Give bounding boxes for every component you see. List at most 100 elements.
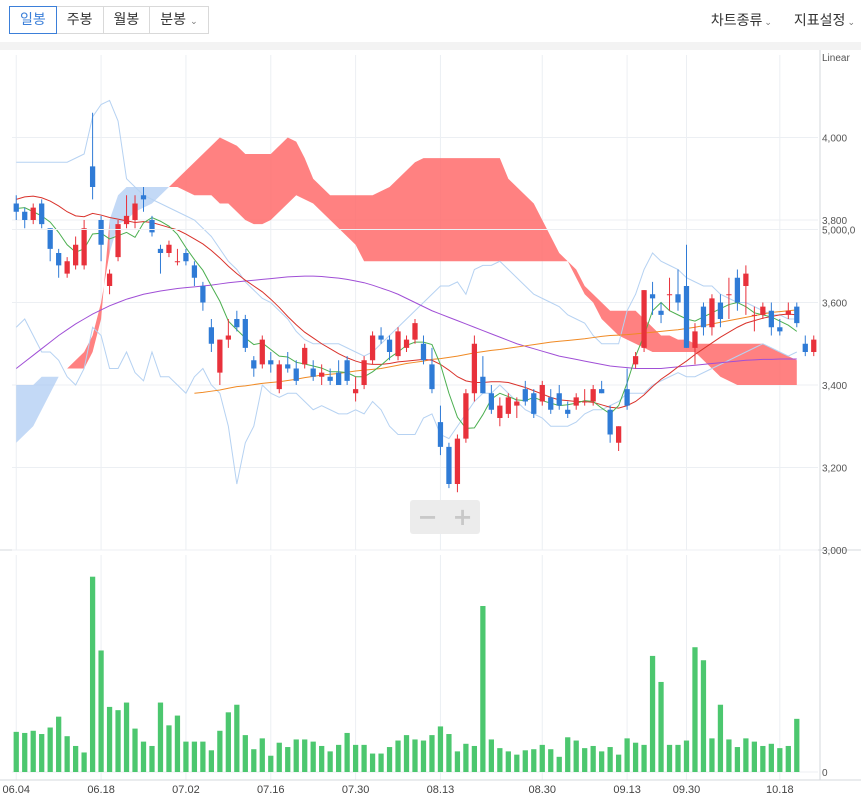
price-pane: 3,0003,2003,4003,6003,8004,000Linear (0, 50, 861, 780)
candle-body (565, 409, 571, 414)
volume-bar (302, 739, 308, 772)
candle (582, 389, 588, 406)
candle-body (446, 446, 452, 484)
candle-body (13, 203, 19, 212)
candle (268, 352, 274, 373)
volume-bar (123, 702, 130, 772)
candle (658, 302, 664, 324)
candle (802, 335, 808, 357)
candle-body (471, 343, 478, 394)
candle-body (268, 360, 274, 365)
candle-body (607, 409, 613, 435)
volume-bar (268, 755, 274, 772)
volume-bar (454, 751, 461, 772)
candle-body (497, 405, 503, 418)
volume-bar (251, 749, 257, 772)
volume-bar (13, 731, 19, 772)
candle (454, 434, 461, 493)
volume-bar (81, 752, 87, 772)
price-tick-label: 3,000 (822, 546, 847, 557)
volume-bar (336, 744, 342, 772)
candle (191, 261, 198, 286)
candle-body (336, 372, 342, 385)
volume-bar (352, 744, 359, 772)
candle-body (302, 347, 308, 365)
volume-bar (106, 706, 113, 772)
volume-bar (140, 741, 147, 772)
candle (692, 323, 698, 365)
x-tick-label: 10.18 (766, 784, 794, 796)
volume-bar (785, 745, 791, 772)
candle-body (429, 364, 435, 390)
candle (30, 203, 36, 225)
candle-body (81, 228, 87, 266)
candle-body (242, 319, 248, 348)
candle (768, 302, 774, 336)
candle (166, 240, 172, 258)
x-tick-label: 08.30 (528, 784, 556, 796)
volume-bar (276, 742, 282, 772)
zoom-in-button[interactable]: + (452, 505, 472, 529)
candle-body (599, 389, 605, 394)
volume-bar (429, 735, 435, 772)
volume-bar (726, 739, 732, 772)
candle-body (760, 306, 766, 315)
volume-bar (64, 736, 70, 772)
candle-body (683, 286, 690, 348)
candle-body (123, 215, 130, 225)
candle (39, 199, 45, 229)
candle-body (751, 314, 757, 316)
x-tick-label: 07.30 (342, 784, 370, 796)
volume-bar (514, 754, 520, 772)
x-tick-label: 09.30 (673, 784, 701, 796)
volume-bar (183, 741, 189, 772)
volume-bar (768, 743, 774, 772)
zoom-out-button[interactable]: − (417, 505, 437, 529)
candle-body (191, 265, 198, 278)
volume-bar (590, 745, 596, 772)
candle (666, 277, 673, 311)
stock-chart[interactable]: 3,0003,2003,4003,6003,8004,000Linear 05,… (0, 0, 861, 800)
candle-body (369, 335, 376, 361)
candle-body (378, 335, 384, 340)
candle (276, 360, 282, 394)
zoom-control: − + (410, 500, 480, 534)
volume-bar (234, 704, 240, 772)
volume-bar (369, 753, 376, 772)
volume-bar (760, 745, 766, 772)
volume-bar (641, 744, 647, 772)
candle-body (539, 385, 545, 402)
volume-bar (531, 749, 537, 772)
candle (726, 277, 732, 319)
volume-bar (310, 741, 316, 772)
candle (344, 356, 350, 385)
x-tick-label: 07.02 (172, 784, 200, 796)
candle-body (30, 207, 36, 220)
candle (700, 302, 707, 336)
candle (115, 220, 121, 262)
volume-bar (293, 739, 299, 772)
volume-bar (751, 741, 757, 772)
volume-bar (794, 718, 800, 772)
volume-bar (497, 748, 503, 772)
candle (751, 306, 757, 332)
volume-bar (157, 702, 164, 772)
candle (615, 426, 622, 451)
candle (488, 385, 494, 414)
candle-body (437, 422, 444, 447)
candle (412, 319, 418, 344)
candle (463, 389, 469, 443)
candle-body (327, 376, 333, 381)
candle (183, 248, 189, 266)
candle-body (22, 211, 28, 220)
volume-bar (191, 741, 198, 772)
candle (106, 269, 113, 295)
volume-bar (709, 738, 715, 772)
volume-bar (700, 660, 707, 772)
candle-body (488, 393, 494, 410)
candle-body (149, 220, 155, 233)
candle (22, 207, 28, 229)
tab-daily[interactable]: 일봉 (9, 6, 57, 34)
volume-bar (403, 735, 410, 772)
candle-body (531, 393, 537, 414)
